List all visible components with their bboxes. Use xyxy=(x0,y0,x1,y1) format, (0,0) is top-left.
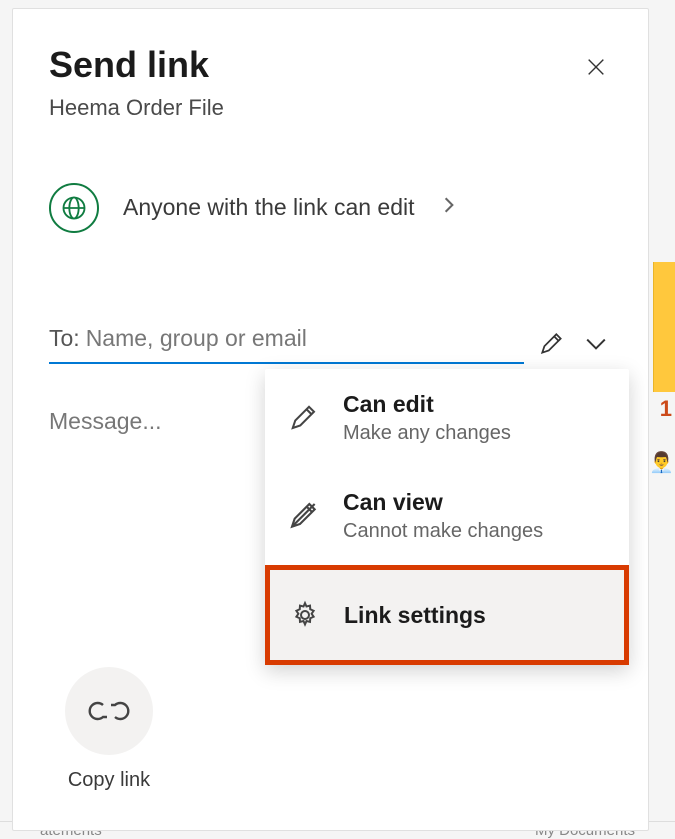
send-link-dialog: Send link Heema Order File Anyone with t… xyxy=(12,8,649,831)
to-label: To: xyxy=(49,325,80,352)
pencil-icon xyxy=(289,403,319,433)
pencil-slash-icon xyxy=(288,500,320,532)
link-permission-row[interactable]: Anyone with the link can edit xyxy=(49,183,612,233)
background-avatar: 👨‍💼 xyxy=(649,450,669,474)
dropdown-item-title: Can view xyxy=(343,489,543,516)
link-icon xyxy=(87,694,131,728)
to-row: To: xyxy=(49,325,612,364)
permission-dropdown-toggle[interactable] xyxy=(580,328,612,360)
dropdown-item-can-edit[interactable]: Can edit Make any changes xyxy=(265,369,629,467)
background-thumbnail: 1 xyxy=(653,262,675,392)
gear-icon xyxy=(290,600,320,630)
dropdown-item-title: Link settings xyxy=(344,602,486,629)
background-badge: 1 xyxy=(660,396,672,422)
close-icon xyxy=(585,56,607,78)
chevron-down-icon xyxy=(585,337,607,351)
copy-link-label: Copy link xyxy=(68,769,150,792)
dropdown-item-link-settings[interactable]: Link settings xyxy=(265,565,629,665)
dialog-header: Send link Heema Order File xyxy=(49,45,612,121)
copy-link-circle xyxy=(65,667,153,755)
dropdown-item-subtitle: Make any changes xyxy=(343,422,511,445)
to-input-wrapper[interactable]: To: xyxy=(49,325,524,364)
globe-icon xyxy=(60,194,88,222)
message-input[interactable] xyxy=(49,408,249,435)
dropdown-item-subtitle: Cannot make changes xyxy=(343,520,543,543)
dropdown-item-title: Can edit xyxy=(343,391,511,418)
globe-badge xyxy=(49,183,99,233)
dialog-subtitle: Heema Order File xyxy=(49,95,224,121)
to-input[interactable] xyxy=(86,325,524,352)
dialog-title: Send link xyxy=(49,45,224,85)
copy-link-button[interactable]: Copy link xyxy=(65,667,153,792)
dropdown-item-can-view[interactable]: Can view Cannot make changes xyxy=(265,467,629,565)
permission-text: Anyone with the link can edit xyxy=(123,194,415,221)
close-button[interactable] xyxy=(580,51,612,83)
title-block: Send link Heema Order File xyxy=(49,45,224,121)
chevron-right-icon xyxy=(443,196,455,220)
edit-permission-button[interactable] xyxy=(534,326,570,362)
permission-dropdown: Can edit Make any changes Can view Canno… xyxy=(265,369,629,665)
pencil-icon xyxy=(539,331,565,357)
